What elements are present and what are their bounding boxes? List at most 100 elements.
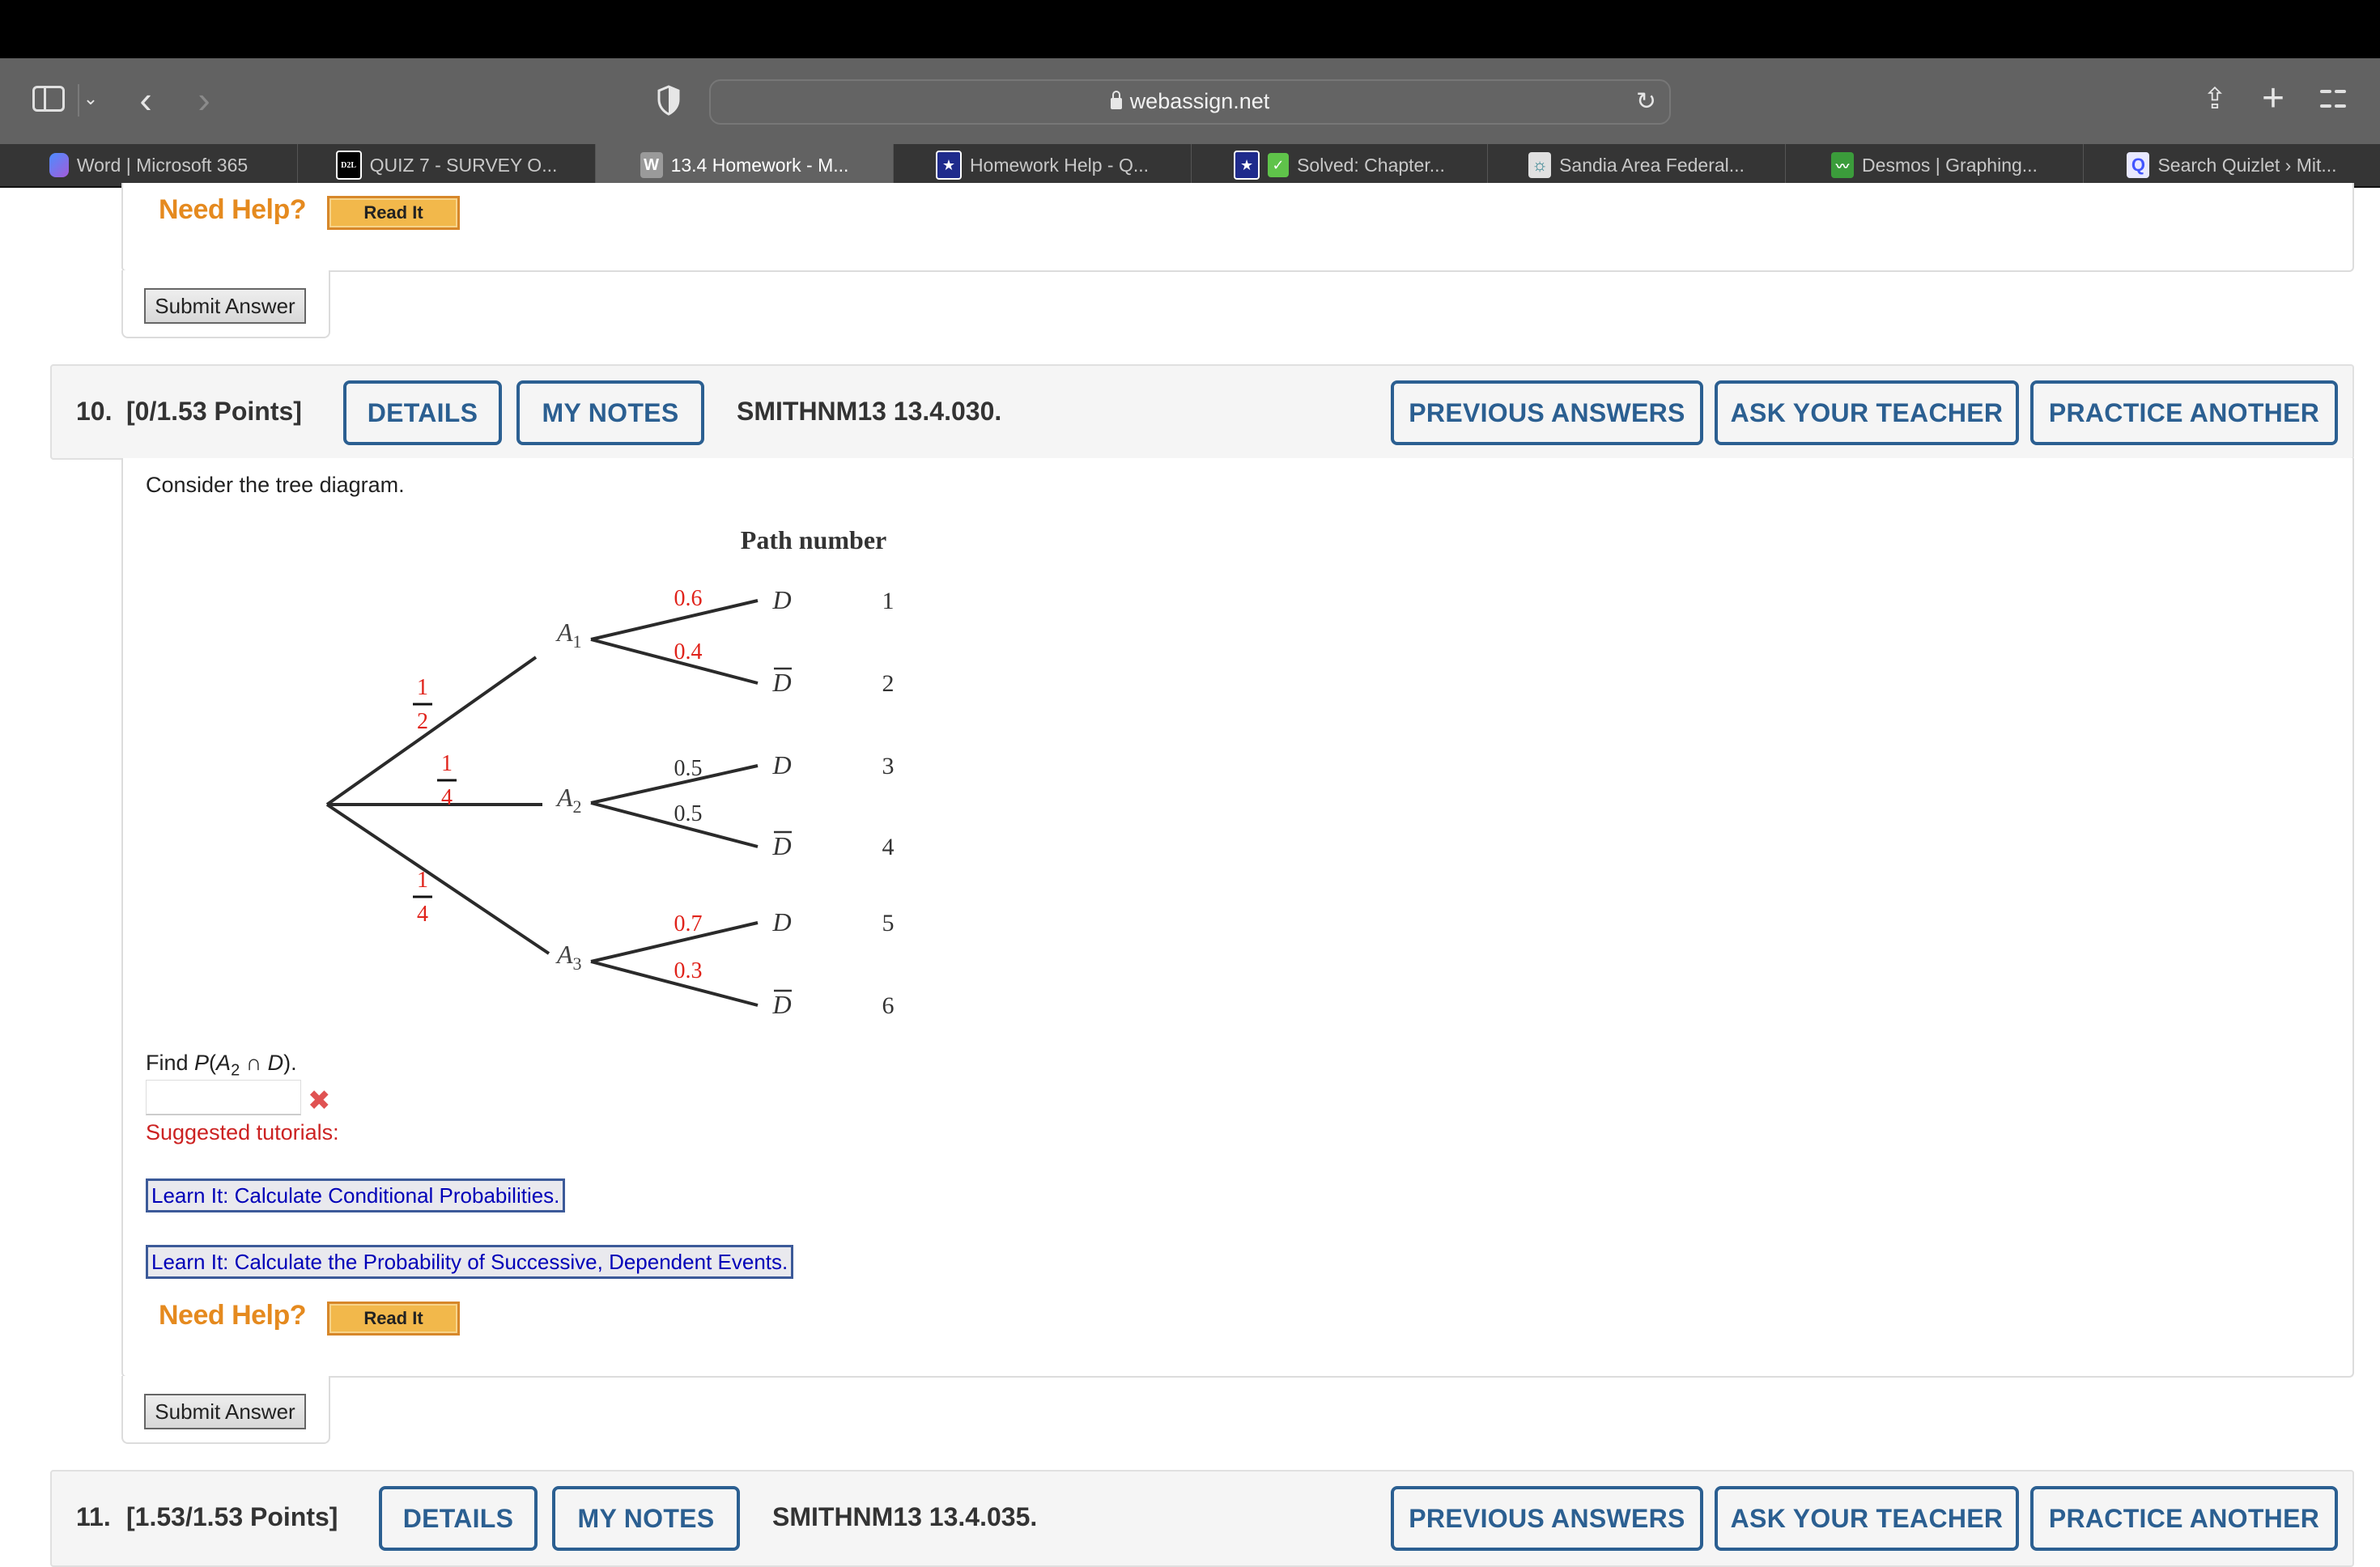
tab-word[interactable]: Word | Microsoft 365 — [0, 144, 298, 186]
branch-probability: 0.6 — [674, 586, 703, 611]
check-icon: ✓ — [1268, 153, 1290, 177]
tutorial-link-successive[interactable]: Learn It: Calculate the Probability of S… — [146, 1245, 794, 1279]
branch-line-a3 — [325, 803, 550, 955]
tab-d2l-quiz[interactable]: D2L QUIZ 7 - SURVEY O... — [298, 144, 596, 186]
tutorial-link-conditional[interactable]: Learn It: Calculate Conditional Probabil… — [146, 1178, 566, 1212]
tab-label: 13.4 Homework - M... — [670, 154, 849, 176]
quizlet-icon: Q — [2127, 152, 2150, 178]
d2l-icon: D2L — [335, 151, 362, 180]
submit-answer-button[interactable]: Submit Answer — [144, 1394, 306, 1429]
tab-label: Desmos | Graphing... — [1862, 154, 2038, 176]
branch-probability: 0.4 — [674, 639, 703, 665]
path-number: 4 — [882, 834, 895, 860]
prob-denominator: 4 — [441, 785, 453, 810]
outcome-label-not-d: D — [771, 990, 791, 1019]
path-number: 2 — [882, 670, 895, 697]
tab-quizlet[interactable]: Q Search Quizlet › Mit... — [2084, 144, 2380, 186]
question-number: 10. — [76, 397, 113, 426]
path-number: 6 — [882, 992, 895, 1019]
reload-icon[interactable]: ↻ — [1636, 87, 1656, 116]
details-button[interactable]: DETAILS — [379, 1486, 538, 1551]
url-text: webassign.net — [1129, 89, 1270, 113]
sidebar-toggle-icon[interactable] — [32, 86, 65, 112]
chevron-down-icon[interactable]: ⌄ — [81, 83, 100, 115]
back-button[interactable]: ‹ — [130, 79, 162, 121]
new-tab-icon[interactable]: + — [2255, 76, 2291, 120]
question-points: [0/1.53 Points] — [126, 397, 302, 426]
prob-denominator: 4 — [417, 902, 428, 927]
find-a: A — [216, 1051, 232, 1075]
read-it-button[interactable]: Read It — [327, 196, 460, 230]
find-prefix: Find — [146, 1051, 195, 1075]
zia-icon: ☼ — [1528, 152, 1552, 178]
path-number: 5 — [882, 910, 895, 936]
find-suffix: ). — [283, 1051, 297, 1075]
read-it-button[interactable]: Read It — [327, 1302, 460, 1336]
branch-line-a1 — [325, 656, 538, 806]
find-instruction: Find P(A2 ∩ D). — [146, 1051, 297, 1080]
tab-homework-help[interactable]: ★ Homework Help - Q... — [894, 144, 1192, 186]
lock-icon — [1110, 91, 1122, 109]
need-help-label: Need Help? — [159, 1300, 307, 1331]
address-bar[interactable]: webassign.net ↻ — [709, 79, 1671, 125]
tab-label: QUIZ 7 - SURVEY O... — [369, 154, 558, 176]
share-icon[interactable]: ⇪ — [2199, 78, 2231, 120]
tab-bar: Word | Microsoft 365 D2L QUIZ 7 - SURVEY… — [0, 144, 2380, 188]
star-icon: ★ — [1234, 151, 1260, 180]
find-p: P — [194, 1051, 210, 1075]
toolbar-divider — [78, 84, 79, 117]
tab-label: Solved: Chapter... — [1297, 154, 1445, 176]
tab-label: Word | Microsoft 365 — [76, 154, 249, 176]
need-help-label: Need Help? — [159, 194, 307, 225]
branch-probability: 0.3 — [674, 958, 703, 983]
question-11-header: 11. [1.53/1.53 Points] DETAILS MY NOTES … — [50, 1470, 2354, 1567]
forward-button[interactable]: › — [188, 79, 220, 121]
ask-your-teacher-button[interactable]: ASK YOUR TEACHER — [1715, 1486, 2019, 1551]
branch-probability: 0.7 — [674, 911, 703, 936]
node-label-a3: A3 — [555, 940, 582, 974]
question-code: SMITHNM13 13.4.035. — [772, 1502, 1038, 1531]
practice-another-button[interactable]: PRACTICE ANOTHER — [2030, 1486, 2338, 1551]
node-label-a2: A2 — [555, 783, 582, 817]
webassign-icon: W — [640, 152, 663, 178]
outcome-label-not-d: D — [771, 668, 791, 697]
suggested-tutorials-label: Suggested tutorials: — [146, 1120, 339, 1144]
branch-probability: 0.5 — [674, 756, 703, 781]
path-number: 1 — [882, 588, 895, 614]
outcome-label-d: D — [771, 585, 791, 614]
submit-answer-button[interactable]: Submit Answer — [144, 288, 306, 324]
prob-numerator: 1 — [417, 675, 428, 700]
tab-webassign-homework[interactable]: W 13.4 Homework - M... — [596, 144, 894, 186]
find-sub: 2 — [231, 1061, 240, 1080]
my-notes-button[interactable]: MY NOTES — [552, 1486, 740, 1551]
practice-another-button[interactable]: PRACTICE ANOTHER — [2030, 380, 2338, 445]
question-points: [1.53/1.53 Points] — [126, 1502, 338, 1531]
tree-diagram: Path numberA112A214A3140.6 D 10.4D 20.5 D 30.… — [325, 525, 895, 1019]
star-icon: ★ — [935, 151, 962, 180]
prob-numerator: 1 — [441, 751, 453, 776]
find-open: ( — [209, 1051, 217, 1075]
previous-answers-button[interactable]: PREVIOUS ANSWERS — [1391, 1486, 1703, 1551]
ask-your-teacher-button[interactable]: ASK YOUR TEACHER — [1715, 380, 2019, 445]
find-intersect: ∩ — [240, 1051, 268, 1075]
tab-overview-icon[interactable] — [2320, 86, 2346, 112]
path-number: 3 — [882, 753, 895, 779]
tab-solved-chapter[interactable]: ★ ✓ Solved: Chapter... — [1192, 144, 1488, 186]
privacy-shield-icon[interactable] — [654, 83, 683, 118]
path-number-header: Path number — [741, 525, 886, 554]
branch-probability: 0.5 — [674, 801, 703, 826]
previous-answers-button[interactable]: PREVIOUS ANSWERS — [1391, 380, 1703, 445]
outcome-label-d: D — [771, 750, 791, 779]
tab-desmos[interactable]: 〰 Desmos | Graphing... — [1786, 144, 2084, 186]
answer-input[interactable] — [146, 1080, 301, 1115]
outcome-label-not-d: D — [771, 831, 791, 860]
tab-label: Search Quizlet › Mit... — [2157, 154, 2337, 176]
desmos-icon: 〰 — [1831, 152, 1855, 178]
find-d: D — [267, 1051, 284, 1075]
window-top-bar — [0, 0, 2380, 58]
node-label-a1: A1 — [555, 618, 582, 652]
tab-sandia[interactable]: ☼ Sandia Area Federal... — [1488, 144, 1786, 186]
tab-label: Sandia Area Federal... — [1559, 154, 1745, 176]
incorrect-x-icon: ✖ — [308, 1085, 331, 1116]
outcome-label-d: D — [771, 907, 791, 936]
